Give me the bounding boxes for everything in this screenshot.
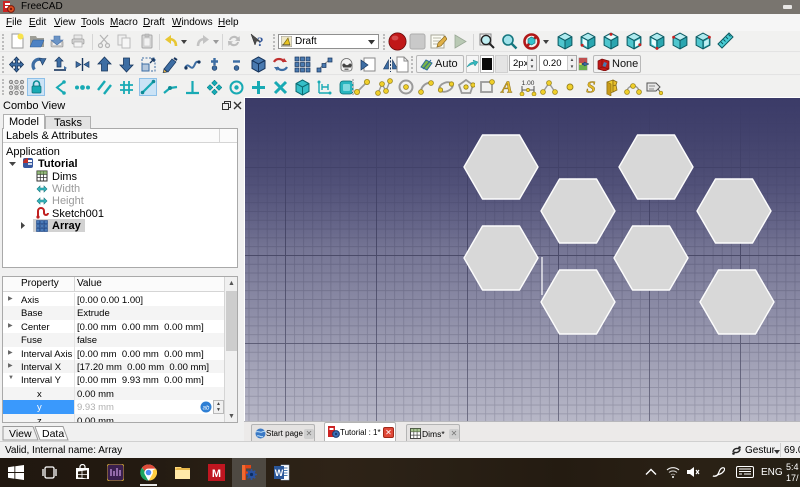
svg-text:S: S <box>586 78 595 96</box>
svg-text:1.00: 1.00 <box>522 80 535 87</box>
svg-text:W: W <box>275 468 284 478</box>
svg-text:ab: ab <box>203 406 210 412</box>
svg-text:Data: Data <box>42 428 64 440</box>
svg-text:M: M <box>212 468 221 480</box>
svg-text:?: ? <box>257 34 264 49</box>
svg-text:View: View <box>9 428 32 440</box>
svg-text:A: A <box>500 78 512 96</box>
